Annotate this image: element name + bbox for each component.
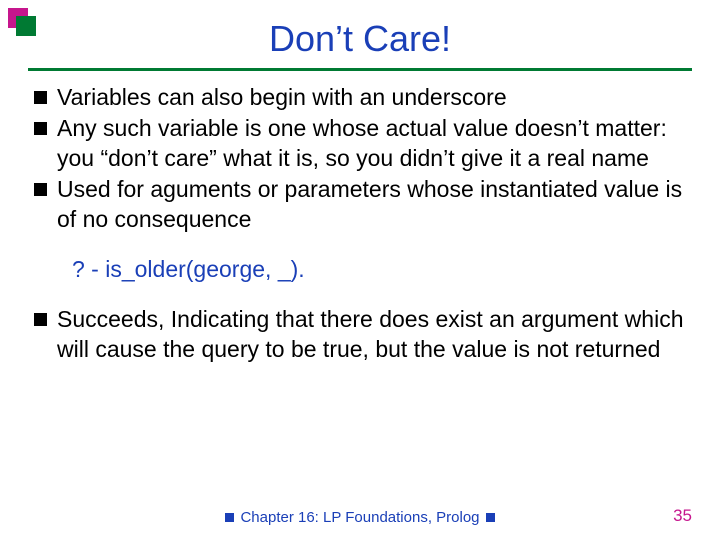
square-bullet-icon	[34, 122, 47, 135]
footer-text: Chapter 16: LP Foundations, Prolog	[240, 509, 479, 526]
bullet-item: Succeeds, Indicating that there does exi…	[34, 305, 686, 364]
slide: Don’t Care! Variables can also begin wit…	[0, 0, 720, 540]
accent-square-green	[16, 16, 36, 36]
slide-title: Don’t Care!	[28, 18, 692, 60]
title-rule	[28, 68, 692, 71]
square-bullet-icon	[34, 313, 47, 326]
square-bullet-icon	[225, 513, 234, 522]
square-bullet-icon	[486, 513, 495, 522]
bullet-text: Succeeds, Indicating that there does exi…	[57, 305, 686, 364]
slide-content: Variables can also begin with an undersc…	[28, 83, 692, 364]
corner-accent	[8, 8, 36, 36]
code-example: ? - is_older(george, _).	[72, 256, 686, 283]
square-bullet-icon	[34, 183, 47, 196]
bullet-text: Variables can also begin with an undersc…	[57, 83, 507, 112]
bullet-item: Variables can also begin with an undersc…	[34, 83, 686, 112]
bullet-item: Any such variable is one whose actual va…	[34, 114, 686, 173]
bullet-item: Used for aguments or parameters whose in…	[34, 175, 686, 234]
page-number: 35	[673, 506, 692, 526]
bullet-text: Any such variable is one whose actual va…	[57, 114, 686, 173]
bullet-text: Used for aguments or parameters whose in…	[57, 175, 686, 234]
square-bullet-icon	[34, 91, 47, 104]
footer: Chapter 16: LP Foundations, Prolog	[0, 509, 720, 526]
